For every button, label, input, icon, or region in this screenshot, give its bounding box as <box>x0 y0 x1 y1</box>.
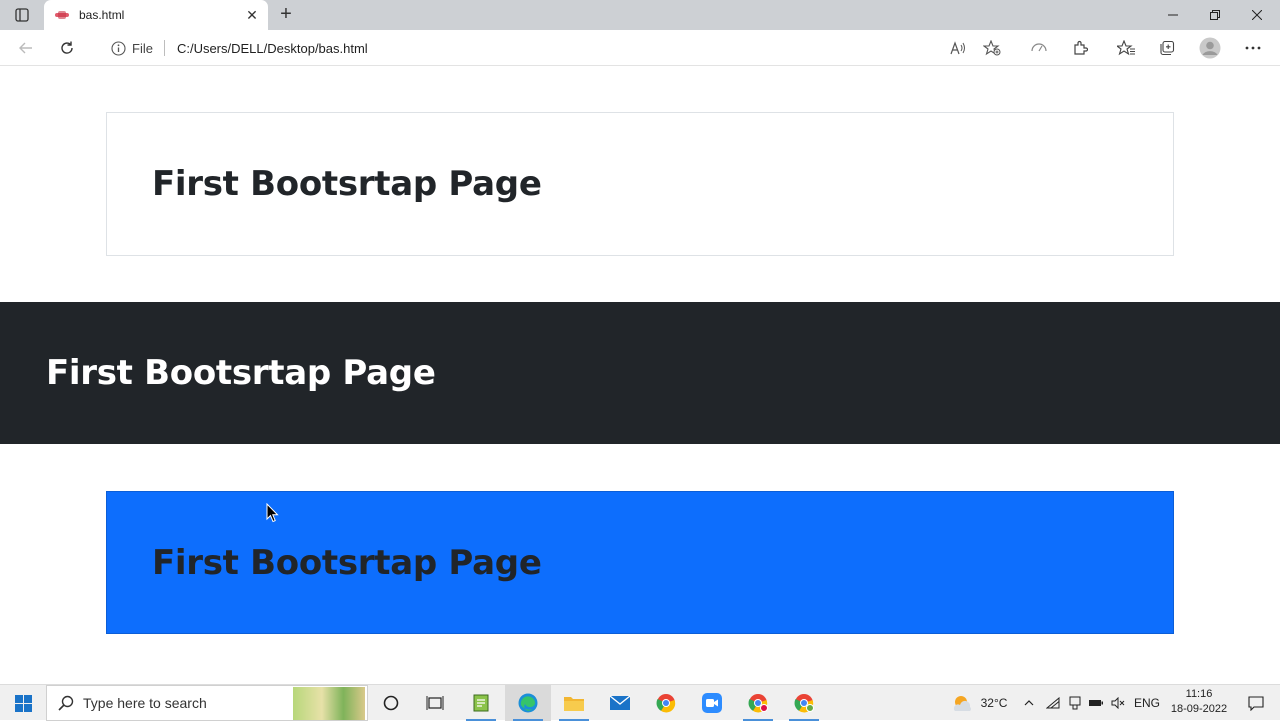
wifi-icon[interactable] <box>1044 685 1062 721</box>
extensions-icon[interactable] <box>1067 36 1093 60</box>
weather-icon[interactable] <box>948 685 976 721</box>
notifications-icon[interactable] <box>1236 685 1276 721</box>
new-tab-button[interactable]: + <box>276 4 296 24</box>
edge-browser-icon[interactable] <box>505 685 551 721</box>
url-text[interactable]: C:/Users/DELL/Desktop/bas.html <box>177 41 368 56</box>
jumbotron-light-heading: First Bootsrtap Page <box>152 164 542 204</box>
jumbotron-dark: First Bootsrtap Page <box>0 302 1280 444</box>
cortana-icon[interactable] <box>368 685 414 721</box>
weather-temperature[interactable]: 32°C <box>978 685 1010 721</box>
window-close-icon[interactable] <box>1236 0 1278 30</box>
task-view-icon[interactable] <box>412 685 458 721</box>
tab-strip: bas.html ✕ + <box>0 0 1280 30</box>
file-favicon-icon <box>54 7 70 23</box>
profile-avatar[interactable] <box>1197 36 1223 60</box>
language-indicator[interactable]: ENG <box>1132 685 1162 721</box>
zoom-icon[interactable] <box>689 685 735 721</box>
minimize-icon[interactable] <box>1152 0 1194 30</box>
taskbar-search-box[interactable]: Type here to search <box>46 685 368 721</box>
taskbar-clock[interactable]: 11:16 18-09-2022 <box>1164 687 1234 719</box>
chrome-profile-icon[interactable] <box>735 685 781 721</box>
tab-actions-icon[interactable] <box>8 6 36 24</box>
page-content: First Bootsrtap Page First Bootsrtap Pag… <box>0 67 1280 684</box>
search-highlight-image <box>293 687 365 720</box>
address-bar[interactable]: File C:/Users/DELL/Desktop/bas.html <box>98 34 1010 62</box>
tab-title: bas.html <box>79 8 125 22</box>
address-separator <box>163 40 165 56</box>
info-icon[interactable] <box>110 40 126 56</box>
notepad-plus-icon[interactable] <box>458 685 504 721</box>
restore-icon[interactable] <box>1194 0 1236 30</box>
volume-muted-icon[interactable] <box>1109 685 1127 721</box>
mail-icon[interactable] <box>597 685 643 721</box>
browser-toolbar: File C:/Users/DELL/Desktop/bas.html <box>0 30 1280 66</box>
jumbotron-dark-heading: First Bootsrtap Page <box>46 353 436 393</box>
jumbotron-light: First Bootsrtap Page <box>106 112 1174 256</box>
show-hidden-icons-icon[interactable] <box>1020 685 1038 721</box>
chrome-profile-2-icon[interactable] <box>781 685 827 721</box>
chrome-icon[interactable] <box>643 685 689 721</box>
meet-now-icon[interactable] <box>1066 685 1084 721</box>
taskbar: Type here to search 32°C ENG 11:16 18-09… <box>0 684 1280 721</box>
jumbotron-primary-heading: First Bootsrtap Page <box>152 542 542 583</box>
search-placeholder: Type here to search <box>83 695 207 711</box>
search-icon <box>57 694 75 712</box>
clock-time: 11:16 <box>1185 688 1213 700</box>
clock-date: 18-09-2022 <box>1170 703 1228 715</box>
back-icon[interactable] <box>13 36 39 60</box>
browser-tab[interactable]: bas.html ✕ <box>44 0 268 30</box>
add-favorite-icon[interactable] <box>979 36 1005 60</box>
collections-icon[interactable] <box>1154 36 1180 60</box>
tab-close-icon[interactable]: ✕ <box>242 5 262 25</box>
favorites-icon[interactable] <box>1113 36 1139 60</box>
more-menu-icon[interactable] <box>1240 36 1266 60</box>
refresh-icon[interactable] <box>54 36 80 60</box>
read-aloud-icon[interactable] <box>945 36 971 60</box>
battery-icon[interactable] <box>1087 685 1105 721</box>
file-explorer-icon[interactable] <box>551 685 597 721</box>
mouse-cursor-icon <box>266 503 279 523</box>
scheme-label: File <box>132 40 153 56</box>
windows-start-icon[interactable] <box>0 685 46 721</box>
performance-icon[interactable] <box>1026 36 1052 60</box>
